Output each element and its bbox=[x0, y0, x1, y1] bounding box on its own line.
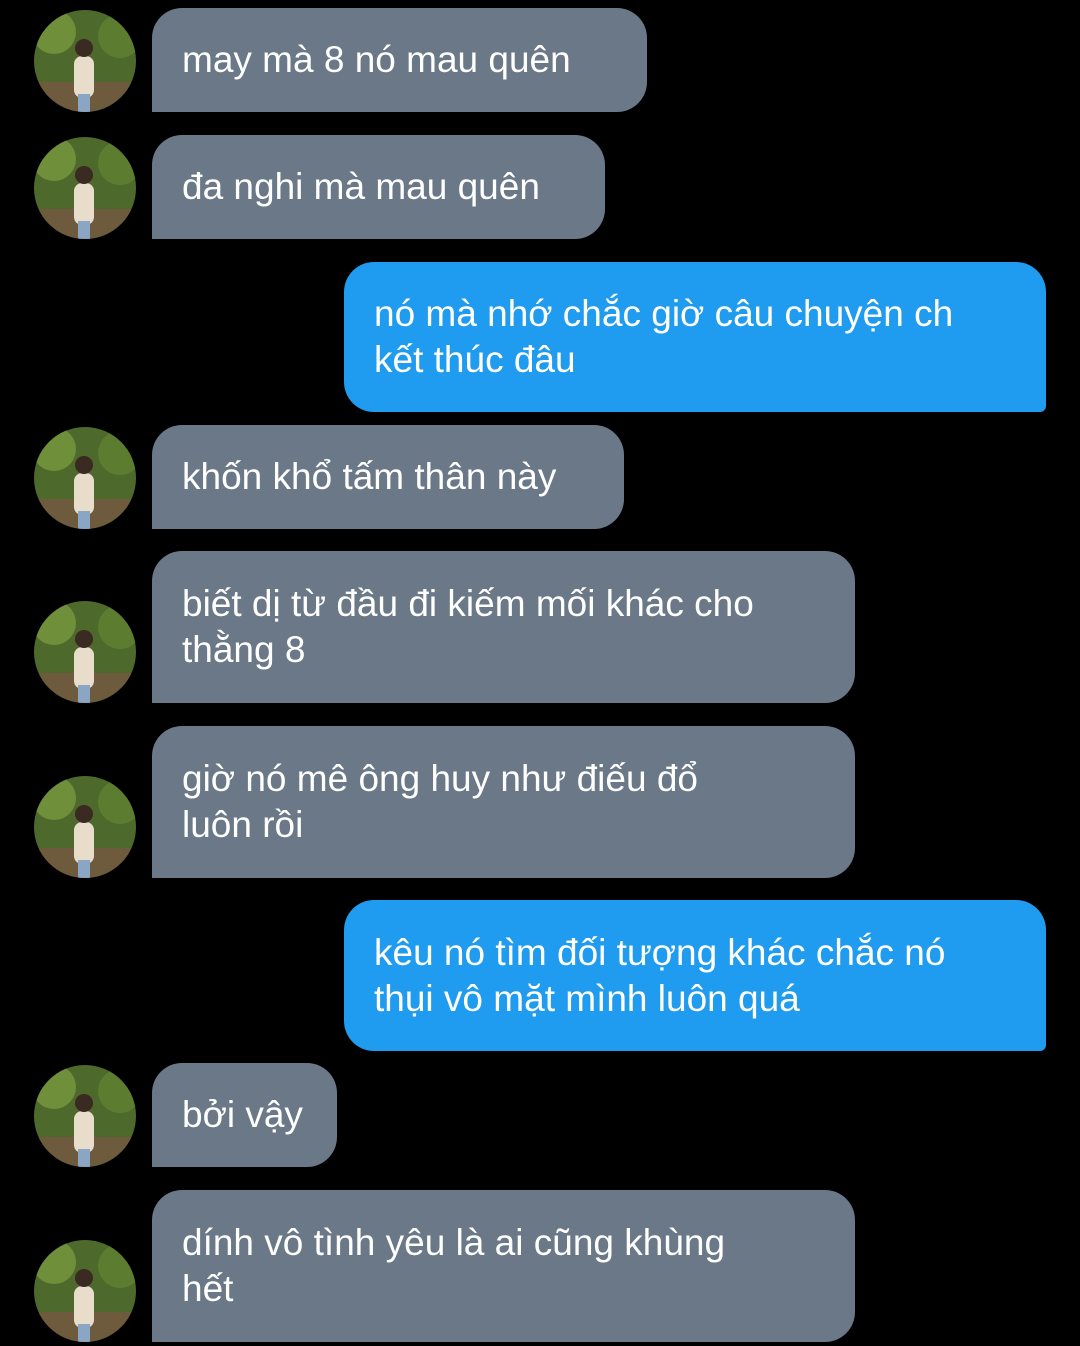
message-text: khốn khổ tấm thân này bbox=[182, 456, 557, 497]
contact-avatar[interactable] bbox=[34, 10, 136, 112]
message-bubble-incoming[interactable]: dính vô tình yêu là ai cũng khùng hết bbox=[152, 1190, 855, 1342]
message-text: dính vô tình yêu là ai cũng khùng hết bbox=[182, 1222, 726, 1309]
contact-avatar[interactable] bbox=[34, 137, 136, 239]
avatar-photo-icon bbox=[34, 10, 136, 112]
message-text: may mà 8 nó mau quên bbox=[182, 39, 571, 80]
message-text: biết dị từ đầu đi kiếm mối khác cho thằn… bbox=[182, 583, 754, 670]
contact-avatar[interactable] bbox=[34, 1240, 136, 1342]
message-bubble-incoming[interactable]: khốn khổ tấm thân này bbox=[152, 425, 624, 529]
avatar-photo-icon bbox=[34, 137, 136, 239]
message-bubble-incoming[interactable]: may mà 8 nó mau quên bbox=[152, 8, 647, 112]
contact-avatar[interactable] bbox=[34, 601, 136, 703]
contact-avatar[interactable] bbox=[34, 776, 136, 878]
message-bubble-outgoing[interactable]: kêu nó tìm đối tượng khác chắc nó thụi v… bbox=[344, 900, 1046, 1051]
message-bubble-incoming[interactable]: bởi vậy bbox=[152, 1063, 337, 1167]
message-text: đa nghi mà mau quên bbox=[182, 166, 540, 207]
avatar-photo-icon bbox=[34, 776, 136, 878]
contact-avatar[interactable] bbox=[34, 1065, 136, 1167]
avatar-photo-icon bbox=[34, 1240, 136, 1342]
message-bubble-outgoing[interactable]: nó mà nhớ chắc giờ câu chuyện ch kết thú… bbox=[344, 262, 1046, 412]
message-text: giờ nó mê ông huy như điếu đổ luôn rồi bbox=[182, 758, 698, 845]
message-text: kêu nó tìm đối tượng khác chắc nó thụi v… bbox=[374, 931, 946, 1019]
message-bubble-incoming[interactable]: đa nghi mà mau quên bbox=[152, 135, 605, 239]
message-text: bởi vậy bbox=[182, 1094, 303, 1135]
message-bubble-incoming[interactable]: giờ nó mê ông huy như điếu đổ luôn rồi bbox=[152, 726, 855, 878]
contact-avatar[interactable] bbox=[34, 427, 136, 529]
avatar-photo-icon bbox=[34, 1065, 136, 1167]
message-text: nó mà nhớ chắc giờ câu chuyện ch kết thú… bbox=[374, 293, 954, 380]
message-bubble-incoming[interactable]: biết dị từ đầu đi kiếm mối khác cho thằn… bbox=[152, 551, 855, 703]
avatar-photo-icon bbox=[34, 601, 136, 703]
avatar-photo-icon bbox=[34, 427, 136, 529]
